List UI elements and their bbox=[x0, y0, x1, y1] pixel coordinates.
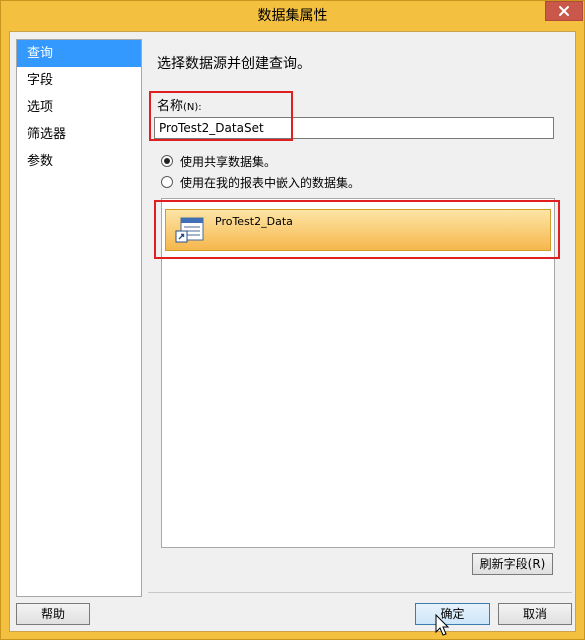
radio-shared-label: 使用共享数据集。 bbox=[180, 154, 277, 169]
highlight-box-name bbox=[149, 91, 293, 141]
radio-dot bbox=[164, 158, 170, 164]
highlight-box-dataset bbox=[154, 200, 560, 259]
radio-shared-dataset[interactable]: 使用共享数据集。 bbox=[161, 152, 276, 170]
nav-item-fields[interactable]: 字段 bbox=[17, 67, 141, 94]
dialog-window: 数据集属性 查询 字段 选项 筛选器 参数 选择数据源并创建查询。 名称(N):… bbox=[0, 0, 585, 640]
nav-item-query[interactable]: 查询 bbox=[17, 40, 141, 67]
window-title: 数据集属性 bbox=[257, 8, 328, 24]
close-button[interactable] bbox=[545, 1, 583, 21]
dialog-client-area: 查询 字段 选项 筛选器 参数 选择数据源并创建查询。 名称(N): ProTe… bbox=[9, 31, 576, 636]
radio-button-unchecked[interactable] bbox=[161, 176, 173, 188]
refresh-fields-button[interactable]: 刷新字段(R) bbox=[472, 553, 553, 575]
mouse-cursor-icon bbox=[435, 614, 450, 636]
title-bar[interactable]: 数据集属性 bbox=[1, 1, 584, 31]
cancel-button[interactable]: 取消 bbox=[498, 603, 572, 625]
radio-embedded-dataset[interactable]: 使用在我的报表中嵌入的数据集。 bbox=[161, 173, 360, 191]
nav-item-parameters[interactable]: 参数 bbox=[17, 148, 141, 175]
category-nav: 查询 字段 选项 筛选器 参数 bbox=[16, 39, 142, 597]
nav-item-filters[interactable]: 筛选器 bbox=[17, 121, 141, 148]
radio-button-checked[interactable] bbox=[161, 155, 173, 167]
nav-item-options[interactable]: 选项 bbox=[17, 94, 141, 121]
radio-embedded-label: 使用在我的报表中嵌入的数据集。 bbox=[180, 175, 361, 190]
page-heading: 选择数据源并创建查询。 bbox=[157, 56, 311, 72]
ok-button[interactable]: 确定 bbox=[415, 603, 490, 625]
footer-divider bbox=[148, 592, 572, 593]
help-button[interactable]: 帮助 bbox=[16, 603, 90, 625]
close-icon bbox=[559, 6, 569, 16]
